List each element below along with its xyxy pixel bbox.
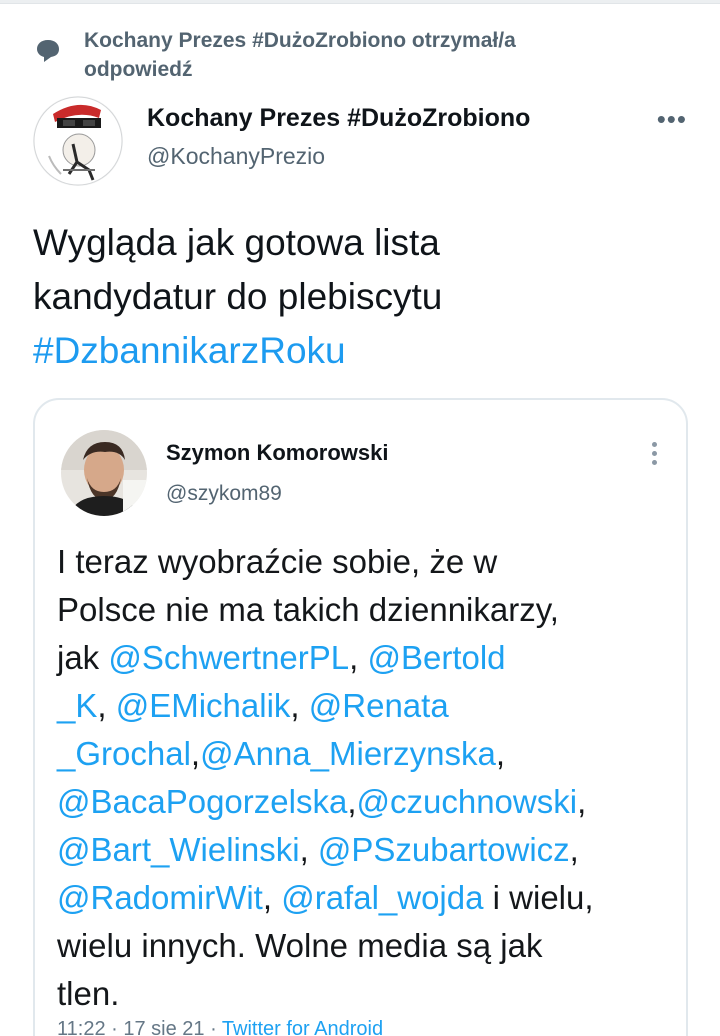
- quoted-tweet-text: I teraz wyobraźcie sobie, że w Polsce ni…: [57, 538, 677, 1018]
- tweet-line: Wygląda jak gotowa lista: [33, 222, 440, 263]
- mention-link[interactable]: @BacaPogorzelska: [57, 783, 347, 820]
- mention-link[interactable]: @PSzubartowicz: [318, 831, 570, 868]
- hashtag-link[interactable]: #DzbannikarzRoku: [33, 324, 693, 378]
- quoted-line: _K, @EMichalik, @Renata: [57, 687, 449, 724]
- quoted-line: Polsce nie ma takich dziennikarzy,: [57, 591, 559, 628]
- quoted-line: I teraz wyobraźcie sobie, że w: [57, 543, 498, 580]
- quoted-tweet-card[interactable]: Szymon Komorowski @szykom89 I teraz wyob…: [33, 398, 688, 1036]
- more-options-icon[interactable]: •••: [657, 104, 687, 135]
- author-handle[interactable]: @KochanyPrezio: [147, 143, 325, 170]
- more-vertical-icon[interactable]: [652, 442, 658, 469]
- mention-link[interactable]: _Grochal: [57, 735, 191, 772]
- quoted-line: @Bart_Wielinski, @PSzubartowicz,: [57, 831, 579, 868]
- profile-picture-icon: [61, 430, 147, 516]
- tweet-timestamp[interactable]: 11:22 · 17 sie 21 ·: [57, 1018, 222, 1036]
- quoted-line: @BacaPogorzelska,@czuchnowski,: [57, 783, 587, 820]
- mention-link[interactable]: @EMichalik: [116, 687, 291, 724]
- reply-banner-text[interactable]: Kochany Prezes #DużoZrobiono otrzymał/a …: [84, 26, 516, 84]
- quoted-avatar[interactable]: [61, 430, 147, 516]
- mention-link[interactable]: @Bertold: [367, 639, 505, 676]
- quoted-author-handle[interactable]: @szykom89: [166, 482, 282, 506]
- mention-link[interactable]: @Bart_Wielinski: [57, 831, 300, 868]
- quoted-line: _Grochal,@Anna_Mierzynska,: [57, 735, 506, 772]
- mention-link[interactable]: @czuchnowski: [357, 783, 578, 820]
- tweet-line: kandydatur do plebiscytu: [33, 276, 443, 317]
- profile-picture-icon: [33, 96, 123, 186]
- mention-link[interactable]: @Renata: [309, 687, 449, 724]
- tweet-text: Wygląda jak gotowa lista kandydatur do p…: [33, 216, 693, 378]
- tweet-author: Kochany Prezes #DużoZrobiono @KochanyPre…: [33, 96, 693, 186]
- mention-link[interactable]: @RadomirWit: [57, 879, 263, 916]
- reply-banner-line1: Kochany Prezes #DużoZrobiono otrzymał/a: [84, 29, 516, 52]
- mention-link[interactable]: @rafal_wojda: [281, 879, 483, 916]
- reply-banner: Kochany Prezes #DużoZrobiono otrzymał/a …: [34, 26, 654, 84]
- mention-link[interactable]: @SchwertnerPL: [108, 639, 349, 676]
- top-divider: [0, 0, 720, 4]
- reply-banner-line2: odpowiedź: [84, 58, 193, 81]
- reply-bubble-icon: [37, 40, 59, 62]
- mention-link[interactable]: @Anna_Mierzynska: [200, 735, 496, 772]
- quoted-line: wielu innych. Wolne media są jak: [57, 927, 543, 964]
- quoted-tweet-meta: 11:22 · 17 sie 21 · Twitter for Android: [57, 1018, 383, 1036]
- author-name[interactable]: Kochany Prezes #DużoZrobiono: [147, 104, 530, 133]
- quoted-line: jak @SchwertnerPL, @Bertold: [57, 639, 506, 676]
- tweet-source-link[interactable]: Twitter for Android: [222, 1018, 383, 1036]
- mention-link[interactable]: _K: [57, 687, 97, 724]
- quoted-author-name[interactable]: Szymon Komorowski: [166, 440, 388, 466]
- quoted-line: tlen.: [57, 975, 120, 1012]
- quoted-line: @RadomirWit, @rafal_wojda i wielu,: [57, 879, 594, 916]
- avatar[interactable]: [33, 96, 123, 186]
